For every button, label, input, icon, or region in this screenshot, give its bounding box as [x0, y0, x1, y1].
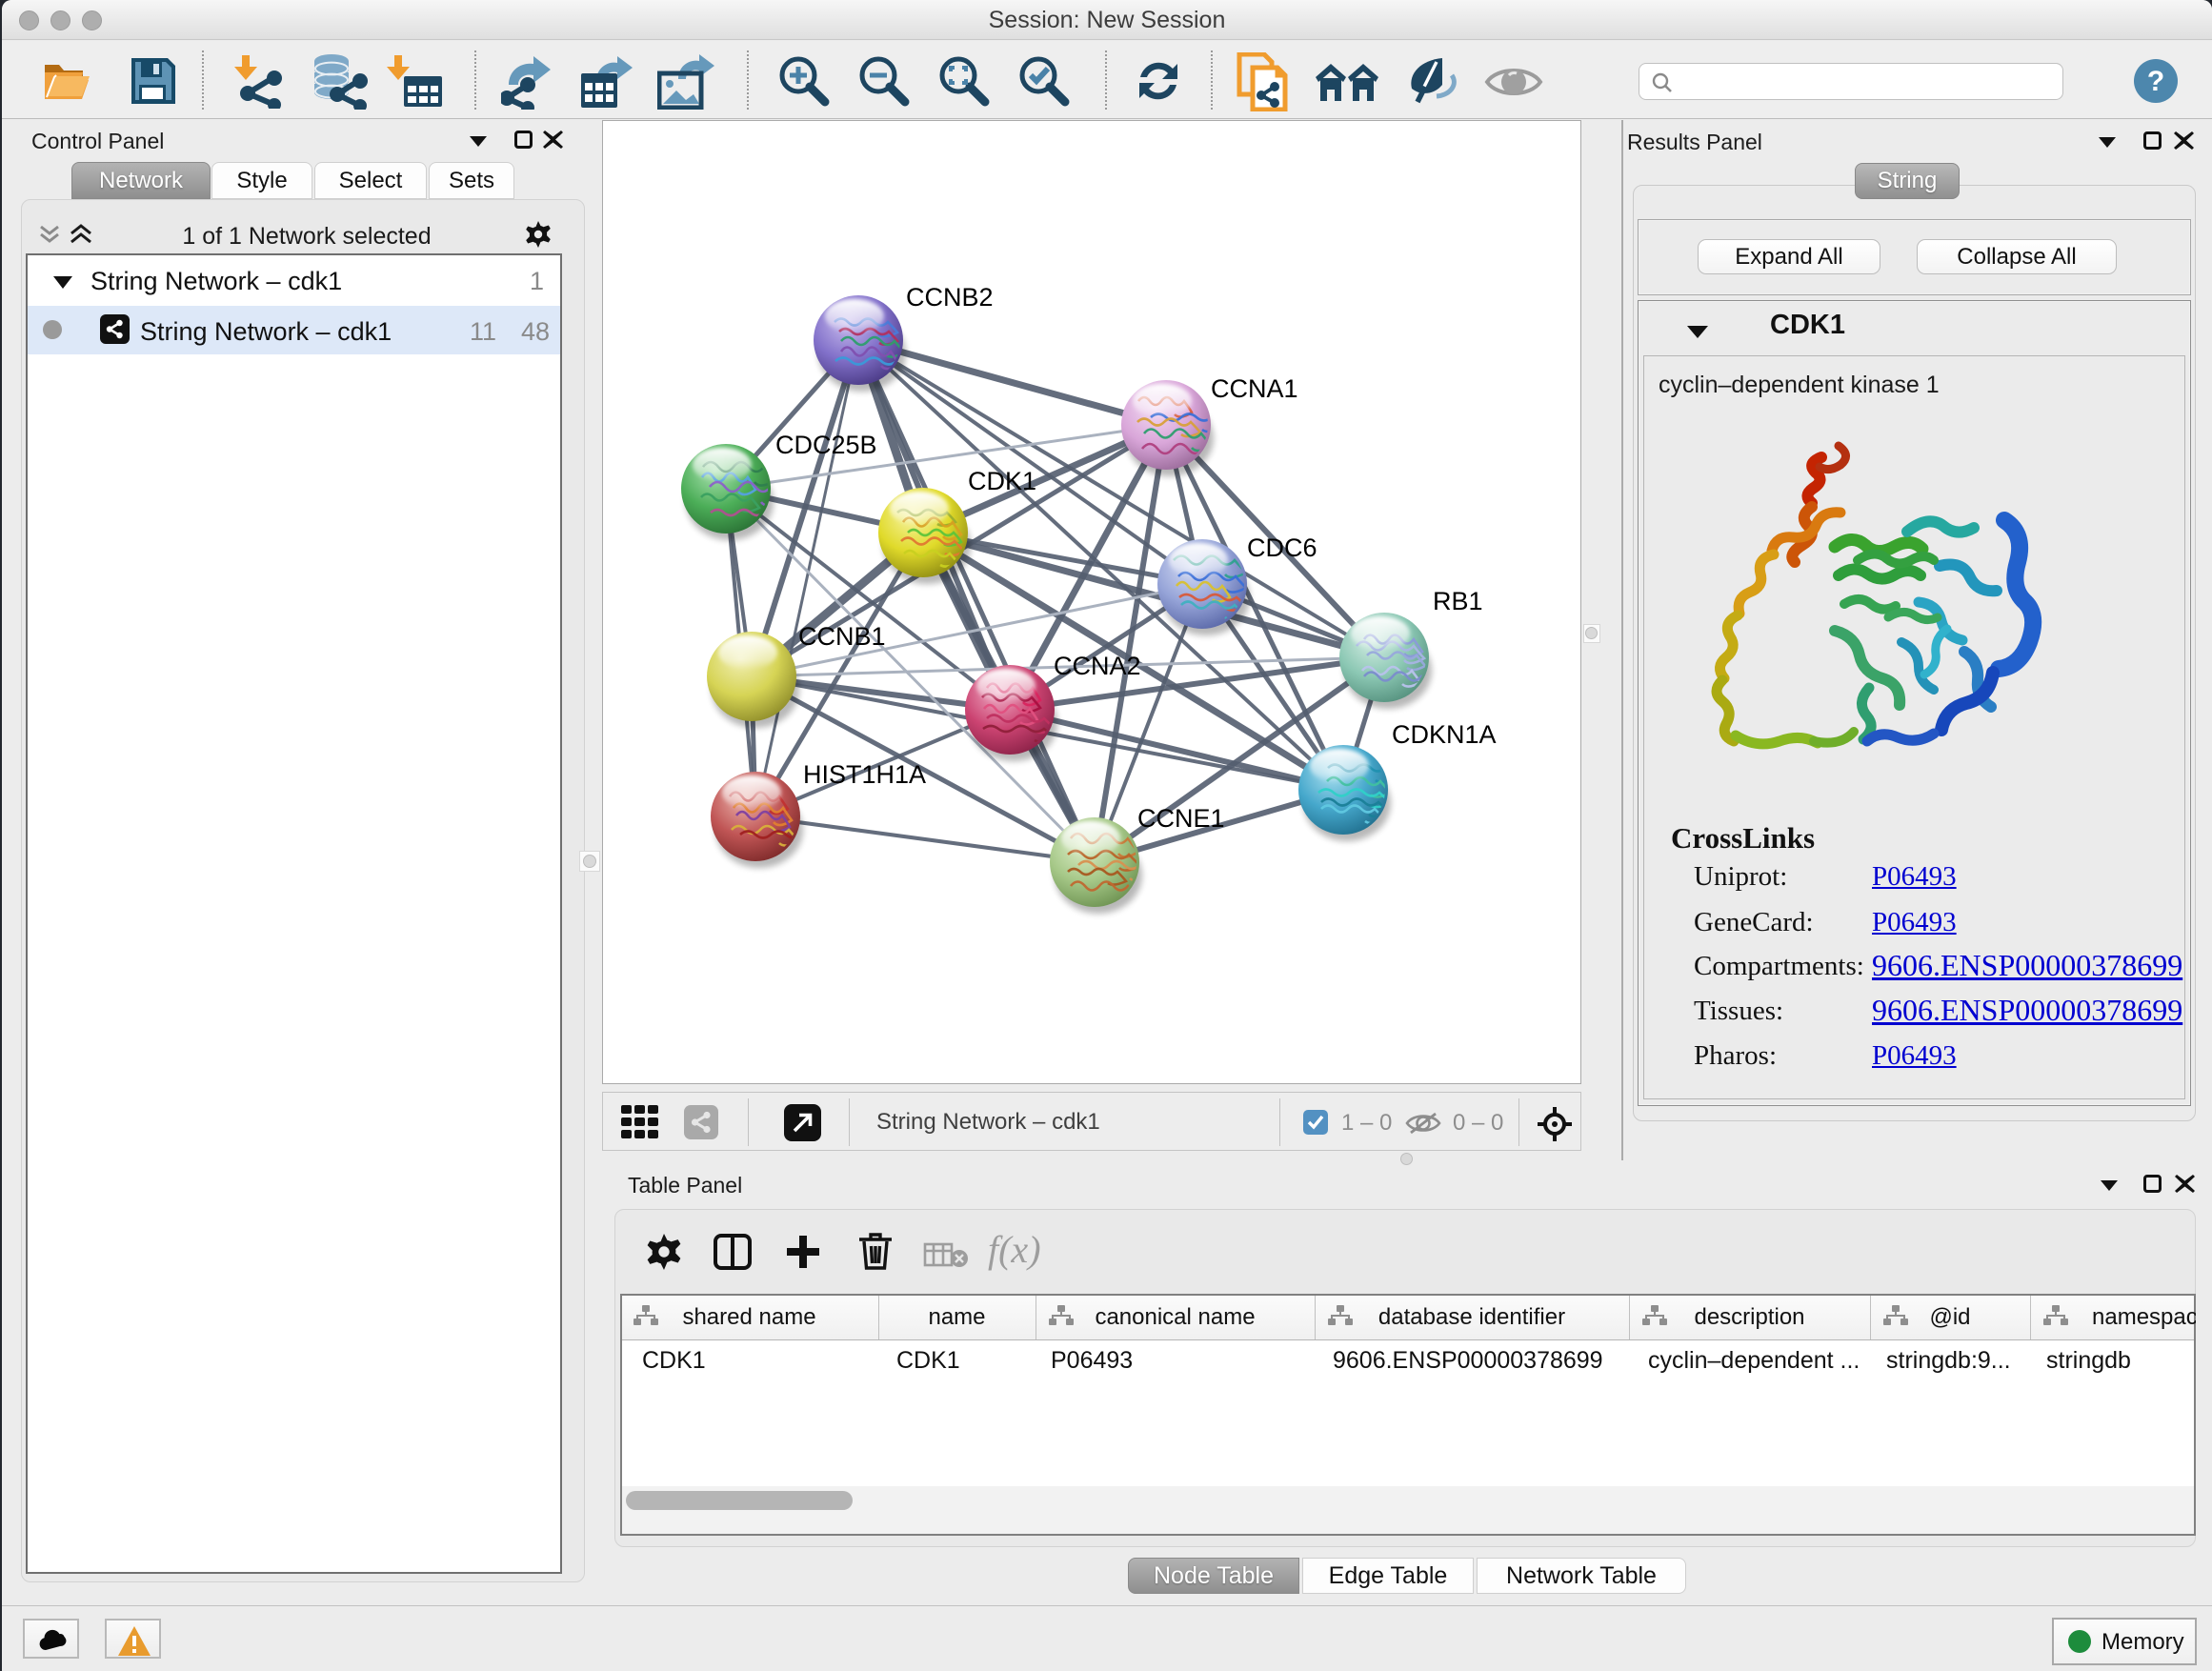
svg-text:CDKN1A: CDKN1A	[1392, 720, 1497, 749]
svg-text:CCNA2: CCNA2	[1054, 652, 1141, 680]
svg-text:CCNB1: CCNB1	[798, 622, 886, 651]
svg-text:?: ?	[2147, 66, 2164, 97]
svg-text:CCNB2: CCNB2	[906, 283, 994, 312]
svg-text:CDC25B: CDC25B	[775, 431, 877, 459]
svg-text:CDK1: CDK1	[968, 467, 1036, 495]
svg-text:HIST1H1A: HIST1H1A	[803, 760, 926, 789]
svg-text:CCNE1: CCNE1	[1137, 804, 1225, 833]
svg-text:CCNA1: CCNA1	[1211, 374, 1298, 403]
svg-text:RB1: RB1	[1433, 587, 1483, 615]
svg-text:CDC6: CDC6	[1247, 534, 1317, 562]
